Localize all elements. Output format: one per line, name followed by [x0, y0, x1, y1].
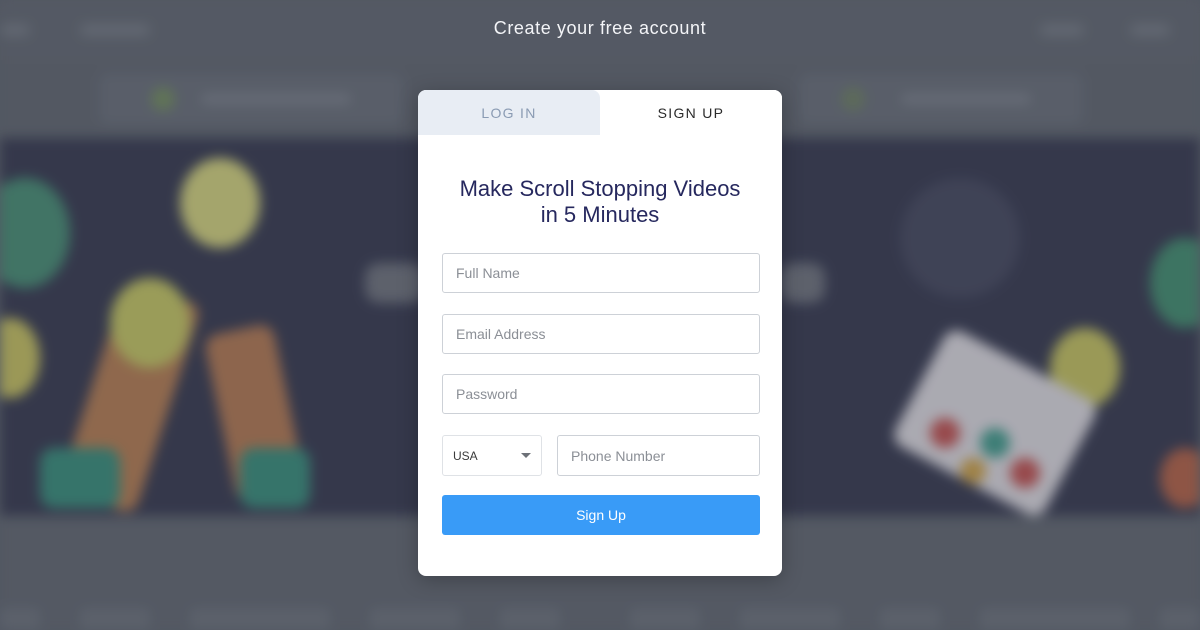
password-field [442, 374, 760, 414]
email-input[interactable] [443, 315, 759, 353]
sign-up-button[interactable]: Sign Up [442, 495, 760, 535]
full-name-field [442, 253, 760, 293]
email-field [442, 314, 760, 354]
full-name-input[interactable] [443, 254, 759, 292]
password-input[interactable] [443, 375, 759, 413]
tagline-line-2: in 5 Minutes [540, 202, 660, 227]
country-select[interactable]: USA [442, 435, 542, 476]
modal-heading: Create your free account [493, 18, 707, 38]
auth-tabs: LOG IN SIGN UP [418, 90, 782, 135]
tab-log-in[interactable]: LOG IN [418, 90, 600, 135]
phone-field [557, 435, 760, 476]
signup-tagline: Make Scroll Stopping Videos in 5 Minutes [418, 176, 782, 228]
tab-sign-up[interactable]: SIGN UP [600, 90, 782, 135]
signup-modal: LOG IN SIGN UP Make Scroll Stopping Vide… [418, 90, 782, 576]
chevron-down-icon [521, 453, 531, 458]
tagline-line-1: Make Scroll Stopping Videos [459, 176, 741, 201]
phone-number-input[interactable] [558, 436, 759, 475]
country-select-value: USA [453, 448, 478, 463]
